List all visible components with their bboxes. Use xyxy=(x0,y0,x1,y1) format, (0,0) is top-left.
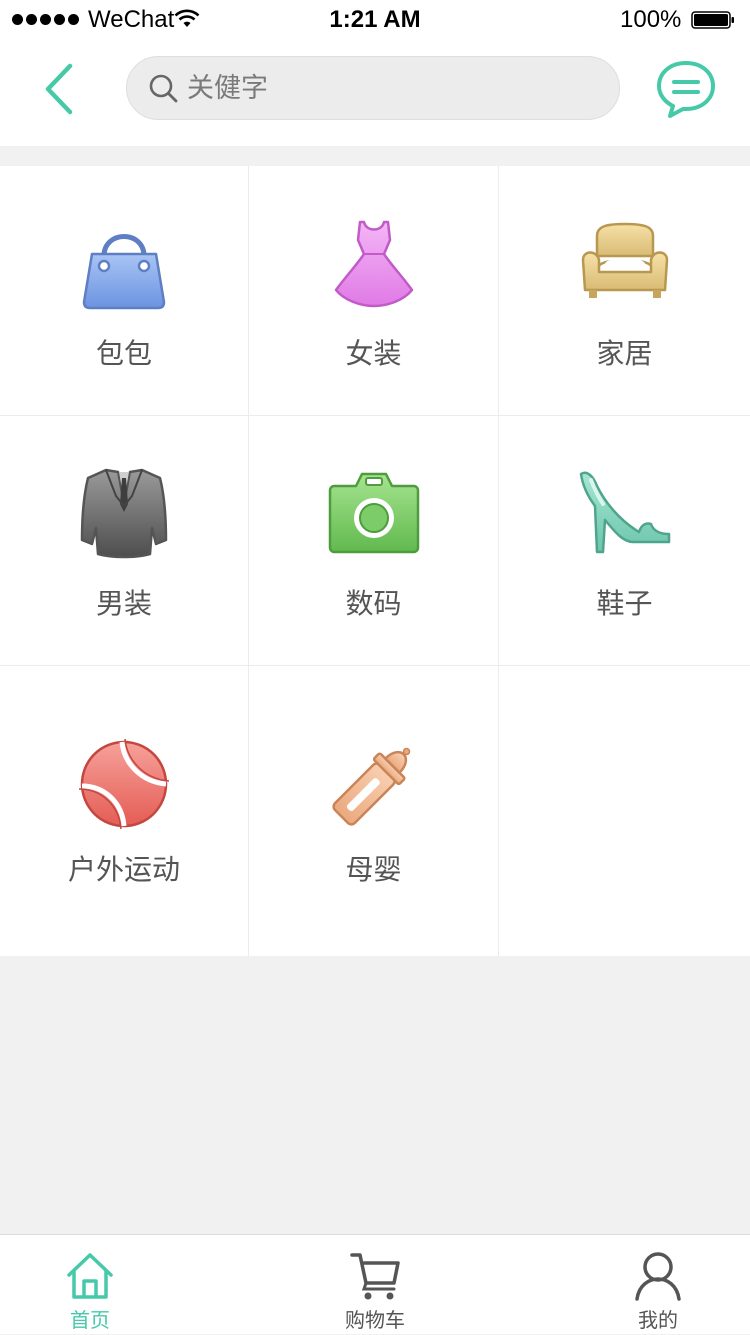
search-bar[interactable] xyxy=(126,56,620,120)
tab-label: 首页 xyxy=(70,1308,110,1332)
category-label: 男装 xyxy=(95,587,152,620)
tab-cart[interactable]: 购物车 xyxy=(285,1235,465,1335)
category-label: 家居 xyxy=(596,337,653,370)
chevron-left-icon xyxy=(45,63,73,115)
category-digital[interactable]: 数码 xyxy=(249,416,499,666)
search-icon xyxy=(149,74,178,103)
cart-icon xyxy=(350,1253,400,1300)
category-label: 包包 xyxy=(95,337,152,370)
category-shoes[interactable]: 鞋子 xyxy=(499,416,750,666)
tab-profile[interactable]: 我的 xyxy=(568,1235,748,1335)
suit-jacket-icon xyxy=(80,468,168,559)
tennis-ball-icon xyxy=(78,738,170,830)
category-label: 数码 xyxy=(345,587,402,620)
category-mens-clothing[interactable]: 男装 xyxy=(0,416,249,666)
user-icon xyxy=(635,1252,681,1301)
category-label: 鞋子 xyxy=(596,587,653,620)
tab-label: 我的 xyxy=(638,1308,678,1332)
back-button[interactable] xyxy=(36,60,86,120)
baby-bottle-icon xyxy=(331,747,410,826)
tab-bar: 首页 购物车 我的 xyxy=(0,1234,750,1334)
category-outdoor-sports[interactable]: 户外运动 xyxy=(0,666,249,956)
category-womens-clothing[interactable]: 女装 xyxy=(249,166,499,416)
high-heel-icon xyxy=(579,471,670,554)
category-label: 户外运动 xyxy=(67,853,180,886)
category-grid: 包包 女装 家居 男装 数码 鞋子 户外运动 母婴 xyxy=(0,166,750,956)
category-bags[interactable]: 包包 xyxy=(0,166,249,416)
status-bar: WeChat 1:21 AM 100% xyxy=(0,0,750,40)
empty-cell xyxy=(499,666,750,956)
battery-percentage: 100% xyxy=(620,6,682,33)
tab-label: 购物车 xyxy=(345,1308,405,1332)
category-label: 母婴 xyxy=(345,853,402,886)
tab-home[interactable]: 首页 xyxy=(0,1235,180,1335)
chat-bubble-icon xyxy=(657,61,715,118)
handbag-icon xyxy=(82,234,166,310)
search-input[interactable] xyxy=(185,71,589,105)
home-icon xyxy=(67,1253,113,1299)
category-home[interactable]: 家居 xyxy=(499,166,750,416)
camera-icon xyxy=(328,472,419,554)
battery-icon xyxy=(691,11,734,29)
category-label: 女装 xyxy=(345,337,402,370)
dress-icon xyxy=(334,220,413,308)
category-mother-baby[interactable]: 母婴 xyxy=(249,666,499,956)
message-button[interactable] xyxy=(654,58,718,120)
armchair-icon xyxy=(581,222,668,298)
header xyxy=(0,40,750,146)
